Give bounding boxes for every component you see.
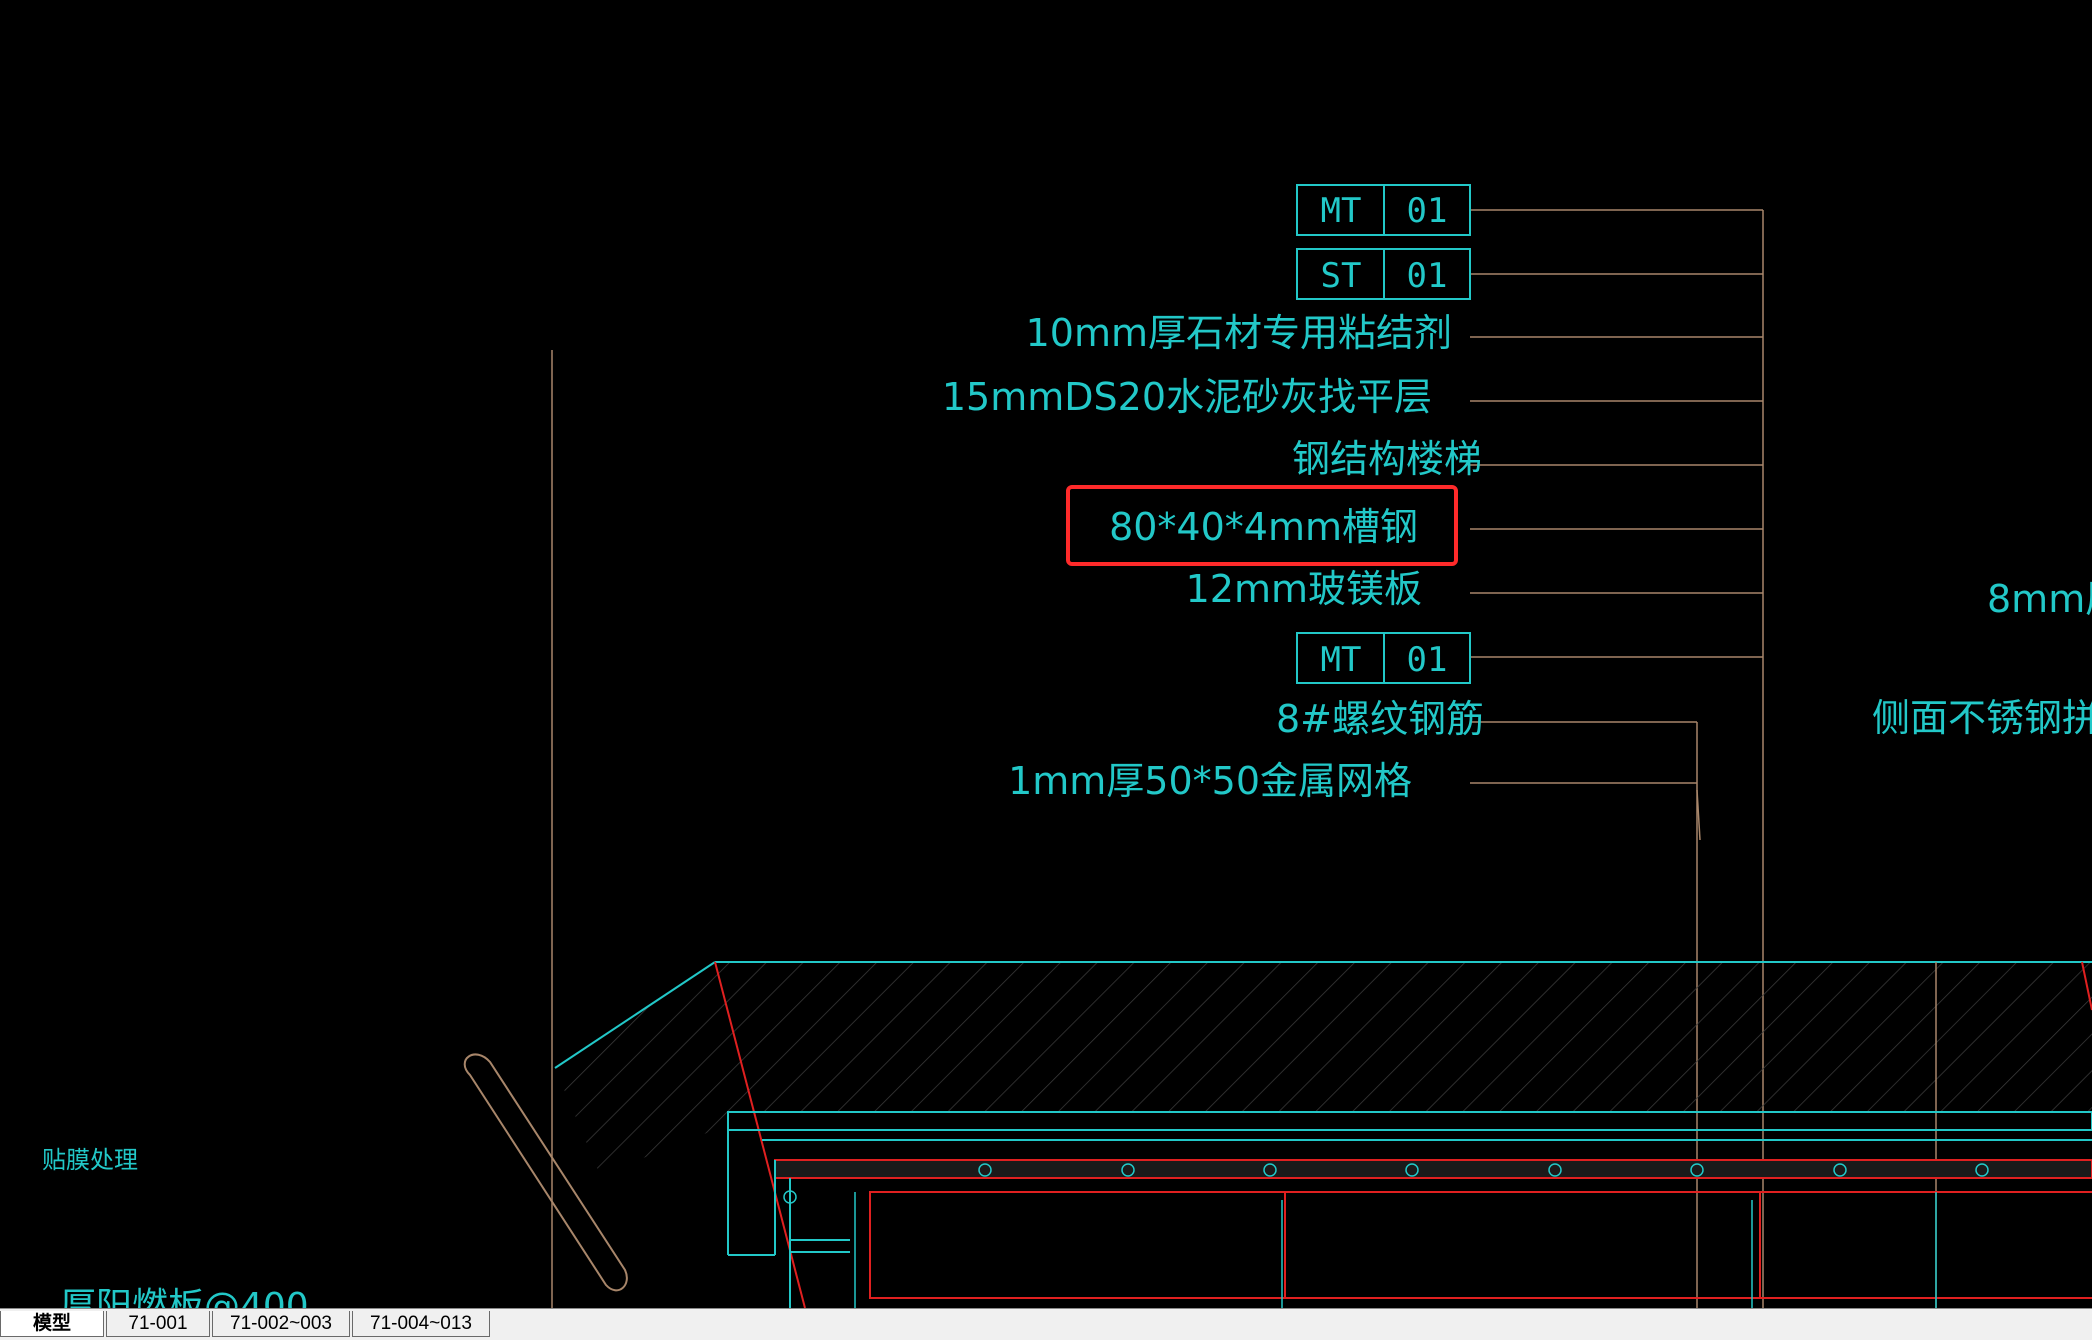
material-tag-2[interactable]: ST 01	[1296, 248, 1471, 300]
left-label-film: 贴膜处理	[42, 1146, 138, 1174]
tag-3-right: 01	[1407, 640, 1448, 680]
right-label-thickness: 8mm厚	[1987, 577, 2092, 621]
tag-1-left: MT	[1321, 191, 1362, 231]
tag-2-left: ST	[1321, 256, 1362, 296]
callout-steel-stair[interactable]: 钢结构楼梯	[1292, 437, 1482, 481]
callout-leveling-layer[interactable]: 15mmDS20水泥砂灰找平层	[942, 375, 1432, 419]
tab-71-004-013[interactable]: 71-004~013	[352, 1311, 490, 1337]
left-label-board: 厚阳燃板@400	[60, 1286, 309, 1308]
callout-rebar[interactable]: 8#螺纹钢筋	[1276, 697, 1484, 741]
tab-model[interactable]: 模型	[0, 1311, 104, 1337]
right-label-stainless: 侧面不锈钢拼接	[1872, 696, 2092, 740]
tag-2-right: 01	[1407, 256, 1448, 296]
stair-section	[554, 961, 2092, 1308]
callout-channel-steel[interactable]: 80*40*4mm槽钢	[1109, 505, 1418, 549]
material-tag-1[interactable]: MT 01	[1296, 184, 1471, 236]
callout-metal-mesh[interactable]: 1mm厚50*50金属网格	[1008, 759, 1412, 803]
tag-3-left: MT	[1321, 640, 1362, 680]
tag-1-right: 01	[1407, 191, 1448, 231]
material-tag-3[interactable]: MT 01	[1296, 632, 1471, 684]
callout-adhesive[interactable]: 10mm厚石材专用粘结剂	[1026, 311, 1452, 355]
cad-drawing-canvas[interactable]: MT 01 ST 01 MT 01 10mm厚石材专用粘结剂 15mmDS20水…	[0, 0, 2092, 1308]
slab-layers	[727, 1111, 2092, 1308]
tab-71-002-003[interactable]: 71-002~003	[212, 1311, 350, 1337]
layout-tab-bar: 模型 71-001 71-002~003 71-004~013	[0, 1308, 2092, 1340]
tab-71-001[interactable]: 71-001	[106, 1311, 210, 1337]
callout-mgo-board[interactable]: 12mm玻镁板	[1186, 567, 1422, 611]
